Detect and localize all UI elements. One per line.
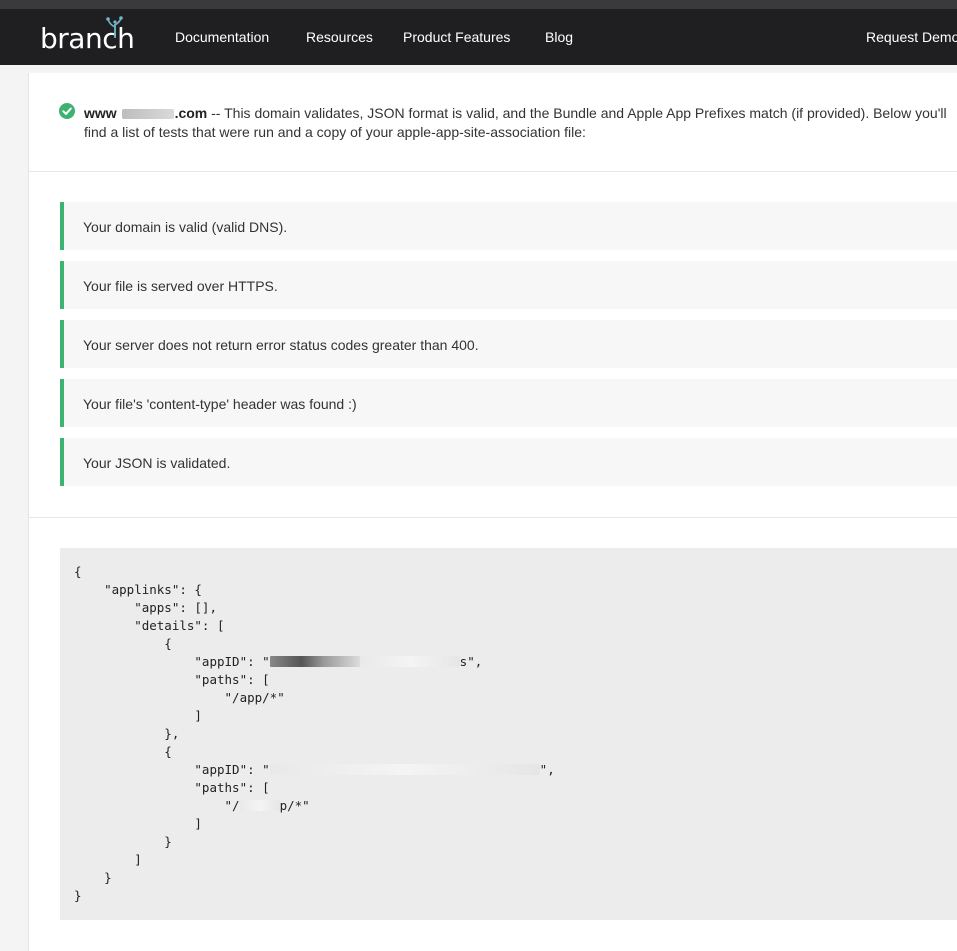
- nav-product-features[interactable]: Product Features: [403, 28, 510, 46]
- redacted-app-id: [359, 656, 460, 667]
- test-result-item: Your JSON is validated.: [60, 438, 957, 486]
- top-navbar: branch Documentation Resources Product F…: [0, 9, 957, 65]
- test-result-item: Your domain is valid (valid DNS).: [60, 202, 957, 250]
- nav-resources[interactable]: Resources: [306, 28, 373, 46]
- validator-result-card: www .com -- This domain validates, JSON …: [28, 73, 957, 951]
- check-circle-icon: [59, 103, 75, 119]
- test-result-item: Your file is served over HTTPS.: [60, 261, 957, 309]
- test-results-list: Your domain is valid (valid DNS). Your f…: [29, 172, 957, 518]
- redacted-domain: [121, 109, 174, 119]
- test-result-text: Your domain is valid (valid DNS).: [83, 219, 288, 235]
- test-result-text: Your JSON is validated.: [83, 455, 231, 471]
- sprout-icon: [106, 16, 123, 38]
- redacted-app-id: [269, 656, 360, 667]
- redacted-path: [239, 800, 280, 811]
- test-result-item: Your server does not return error status…: [60, 320, 957, 368]
- request-demo-link[interactable]: Request Demo: [866, 28, 957, 46]
- test-result-text: Your server does not return error status…: [83, 337, 479, 353]
- redacted-app-id: [269, 764, 540, 775]
- aasa-file-code-block: { "applinks": { "apps": [], "details": […: [60, 548, 957, 920]
- test-result-text: Your file's 'content-type' header was fo…: [83, 396, 357, 412]
- branch-logo[interactable]: branch: [40, 16, 135, 56]
- validation-summary: www .com -- This domain validates, JSON …: [29, 73, 957, 172]
- aasa-json-content: { "applinks": { "apps": [], "details": […: [74, 564, 555, 903]
- browser-top-strip: [0, 0, 957, 9]
- nav-documentation[interactable]: Documentation: [175, 28, 269, 46]
- domain-name: www .com: [84, 105, 208, 121]
- test-result-text: Your file is served over HTTPS.: [83, 278, 278, 294]
- nav-blog[interactable]: Blog: [545, 28, 573, 46]
- test-result-item: Your file's 'content-type' header was fo…: [60, 379, 957, 427]
- summary-message: www .com -- This domain validates, JSON …: [84, 104, 954, 142]
- summary-description: -- This domain validates, JSON format is…: [84, 105, 947, 140]
